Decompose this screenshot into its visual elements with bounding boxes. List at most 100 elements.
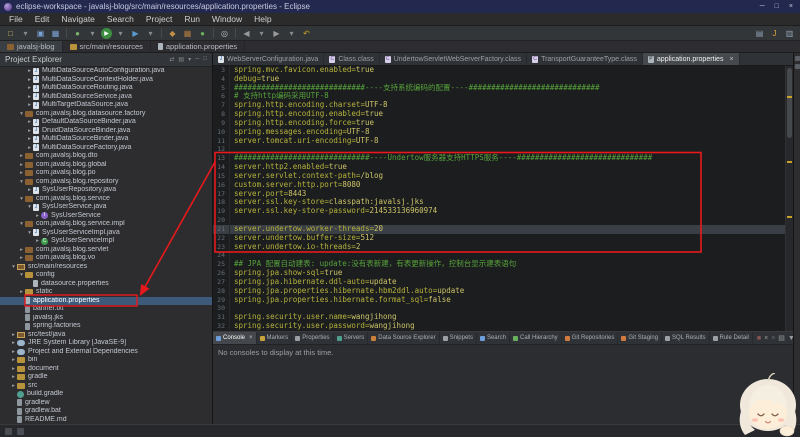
link-with-editor-icon[interactable]: ⇄: [169, 56, 174, 63]
tree-item-datasource-properties[interactable]: datasource.properties: [0, 280, 212, 289]
tree-item-multidatasourceservice-java[interactable]: ▸ J MultiDataSourceService.java: [0, 93, 212, 102]
expand-arrow-icon[interactable]: ▸: [18, 169, 25, 178]
tree-item-com-javalsj-blog-po[interactable]: ▸ com.javalsj.blog.po: [0, 169, 212, 178]
menu-edit[interactable]: Edit: [29, 14, 56, 24]
menu-project[interactable]: Project: [140, 14, 178, 24]
editor-tab-class-class[interactable]: C Class.class: [324, 53, 380, 65]
run-dropdown-icon[interactable]: ▾: [114, 27, 127, 39]
tree-item-src[interactable]: ▸ src: [0, 382, 212, 391]
breadcrumb-application-properties[interactable]: application.properties: [151, 41, 246, 52]
breadcrumb-javalsj-blog[interactable]: javalsj-blog: [0, 41, 63, 52]
last-edit-location-icon[interactable]: ↶: [300, 27, 313, 39]
expand-arrow-icon[interactable]: ▸: [34, 237, 41, 246]
tree-item-com-javalsj-blog-servlet[interactable]: ▸ com.javalsj.blog.servlet: [0, 246, 212, 255]
expand-arrow-icon[interactable]: ▸: [26, 67, 33, 76]
new-dropdown-icon[interactable]: ▾: [19, 27, 32, 39]
expand-arrow-icon[interactable]: ▸: [10, 373, 17, 382]
expand-arrow-icon[interactable]: ▾: [26, 229, 33, 238]
tree-item-build-gradle[interactable]: build.gradle: [0, 390, 212, 399]
menu-search[interactable]: Search: [101, 14, 140, 24]
console-tab-console[interactable]: Console ×: [213, 332, 257, 344]
forward-dropdown-icon[interactable]: ▾: [285, 27, 298, 39]
console-tab-call-hierarchy[interactable]: Call Hierarchy: [510, 332, 562, 344]
console-tab-rule-detail[interactable]: Rule Detail: [710, 332, 753, 344]
expand-arrow-icon[interactable]: ▸: [18, 246, 25, 255]
tree-item-sysuserserviceimpl[interactable]: ▸ C SysUserServiceImpl: [0, 237, 212, 246]
debug-dropdown-icon[interactable]: ▾: [86, 27, 99, 39]
tree-item-com-javalsj-blog-repository[interactable]: ▾ com.javalsj.blog.repository: [0, 178, 212, 187]
new-wizard-icon[interactable]: □: [4, 27, 17, 39]
expand-arrow-icon[interactable]: ▸: [18, 288, 25, 297]
search-icon[interactable]: ◎: [218, 27, 231, 39]
expand-arrow-icon[interactable]: ▾: [26, 203, 33, 212]
console-tab-git-repositories[interactable]: Git Repositories: [562, 332, 619, 344]
console-tab-data-source-explorer[interactable]: Data Source Explorer: [368, 332, 440, 344]
properties-editor[interactable]: 3 spring.mvc.favicon.enabled = true 4 debug = t…: [213, 66, 793, 331]
maximize-view-icon[interactable]: □: [203, 56, 207, 63]
tree-item-multidatasourcebinder-java[interactable]: ▸ J MultiDataSourceBinder.java: [0, 135, 212, 144]
editor-scrollbar[interactable]: [785, 66, 793, 331]
minimize-button[interactable]: ─: [760, 3, 765, 10]
tree-item-com-javalsj-blog-datasource-factory[interactable]: ▾ com.javalsj.blog.datasource.factory: [0, 110, 212, 119]
expand-arrow-icon[interactable]: ▾: [10, 263, 17, 272]
console-tab-sql-results[interactable]: SQL Results: [662, 332, 710, 344]
console-tab-git-staging[interactable]: Git Staging: [618, 332, 663, 344]
tree-item-multidatasourcerouting-java[interactable]: ▸ J MultiDataSourceRouting.java: [0, 84, 212, 93]
tree-item-multitargetdatasource-java[interactable]: ▸ J MultiTargetDataSource.java: [0, 101, 212, 110]
expand-arrow-icon[interactable]: ▸: [10, 365, 17, 374]
expand-arrow-icon[interactable]: ▸: [26, 144, 33, 153]
expand-arrow-icon[interactable]: ▸: [26, 135, 33, 144]
back-dropdown-icon[interactable]: ▾: [255, 27, 268, 39]
expand-arrow-icon[interactable]: ▸: [26, 186, 33, 195]
open-perspective-icon[interactable]: ▤: [753, 27, 766, 39]
java-perspective-icon[interactable]: J: [768, 27, 781, 39]
tree-item-com-javalsj-blog-service[interactable]: ▾ com.javalsj.blog.service: [0, 195, 212, 204]
tree-item-sysuserservice-java[interactable]: ▾ J SysUserService.java: [0, 203, 212, 212]
console-tab-search[interactable]: Search: [477, 332, 510, 344]
close-tab-icon[interactable]: ×: [729, 56, 733, 63]
menu-window[interactable]: Window: [206, 14, 248, 24]
expand-arrow-icon[interactable]: ▸: [26, 76, 33, 85]
restore-view-icon[interactable]: [794, 64, 800, 69]
expand-arrow-icon[interactable]: ▸: [18, 254, 25, 263]
tree-item-jre-system-library-javase-9[interactable]: ▸ JRE System Library [JavaSE-9]: [0, 339, 212, 348]
remove-all-terminated-icon[interactable]: ×: [771, 335, 775, 342]
new-class-icon[interactable]: ●: [196, 27, 209, 39]
forward-icon[interactable]: ▶: [270, 27, 283, 39]
tree-item-com-javalsj-blog-vo[interactable]: ▸ com.javalsj.blog.vo: [0, 254, 212, 263]
external-tools-dropdown-icon[interactable]: ▾: [144, 27, 157, 39]
save-all-icon[interactable]: ▦: [49, 27, 62, 39]
remove-launch-icon[interactable]: ×: [764, 335, 768, 342]
new-java-project-icon[interactable]: ◆: [166, 27, 179, 39]
close-tab-icon[interactable]: ×: [249, 335, 253, 341]
new-package-icon[interactable]: ▦: [181, 27, 194, 39]
tree-item-src-test-java[interactable]: ▸ src/test/java: [0, 331, 212, 340]
expand-arrow-icon[interactable]: ▸: [10, 356, 17, 365]
tree-item-javalsj-jks[interactable]: javalsj.jks: [0, 314, 212, 323]
tree-item-static[interactable]: ▸ static: [0, 288, 212, 297]
terminate-icon[interactable]: ■: [757, 335, 761, 342]
editor-tab-undertowservletwebserverfactory-class[interactable]: C UndertowServletWebServerFactory.class: [380, 53, 528, 65]
expand-arrow-icon[interactable]: ▾: [18, 271, 25, 280]
tree-item-config[interactable]: ▾ config: [0, 271, 212, 280]
tree-item-gradlew[interactable]: gradlew: [0, 399, 212, 408]
editor-tab-transportguaranteetype-class[interactable]: C TransportGuaranteeType.class: [527, 53, 643, 65]
save-icon[interactable]: ▣: [34, 27, 47, 39]
expand-arrow-icon[interactable]: ▾: [18, 195, 25, 204]
tree-item-src-main-resources[interactable]: ▾ src/main/resources: [0, 263, 212, 272]
expand-arrow-icon[interactable]: ▸: [34, 212, 41, 221]
tree-item-gradle[interactable]: ▸ gradle: [0, 373, 212, 382]
tree-item-bin[interactable]: ▸ bin: [0, 356, 212, 365]
tree-item-multidatasourceautoconfiguration-java[interactable]: ▸ J MultiDataSourceAutoConfiguration.java: [0, 67, 212, 76]
tree-item-defaultdatasourcebinder-java[interactable]: ▸ J DefaultDataSourceBinder.java: [0, 118, 212, 127]
tree-item-sysuserservice[interactable]: ▸ I SysUserService: [0, 212, 212, 221]
expand-arrow-icon[interactable]: ▸: [26, 84, 33, 93]
expand-arrow-icon[interactable]: ▸: [10, 348, 17, 357]
restore-view-icon[interactable]: [794, 56, 800, 61]
tree-item-com-javalsj-blog-global[interactable]: ▸ com.javalsj.blog.global: [0, 161, 212, 170]
maximize-button[interactable]: □: [775, 3, 779, 10]
editor-tab-application-properties[interactable]: Papplication.properties ×: [642, 53, 740, 65]
tree-item-druiddatasourcebinder-java[interactable]: ▸ J DruidDataSourceBinder.java: [0, 127, 212, 136]
console-tab-properties[interactable]: Properties: [292, 332, 334, 344]
tree-item-spring-factories[interactable]: spring.factories: [0, 322, 212, 331]
